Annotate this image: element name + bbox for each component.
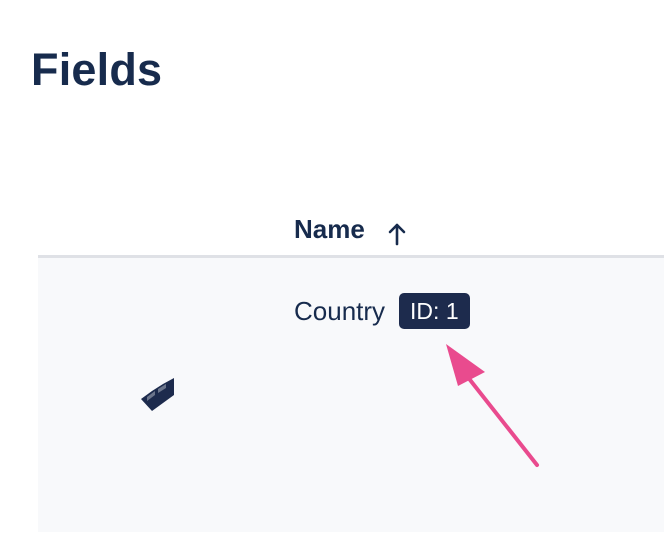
field-id-badge: ID: 1 [399, 293, 470, 329]
page-title: Fields [31, 44, 163, 95]
table-row[interactable]: Country ID: 1 [38, 258, 664, 532]
field-name-cell: Country ID: 1 [294, 292, 470, 330]
jira-logo-icon [137, 377, 177, 417]
column-header-name-label: Name [294, 213, 365, 244]
table-header: Name [38, 196, 664, 258]
field-name[interactable]: Country [294, 296, 385, 327]
arrow-up-icon[interactable] [386, 220, 408, 246]
column-header-name[interactable]: Name [294, 212, 408, 246]
fields-page: Fields Name Country ID: 1 [0, 0, 664, 540]
fields-table: Name Country ID: 1 [38, 196, 664, 532]
